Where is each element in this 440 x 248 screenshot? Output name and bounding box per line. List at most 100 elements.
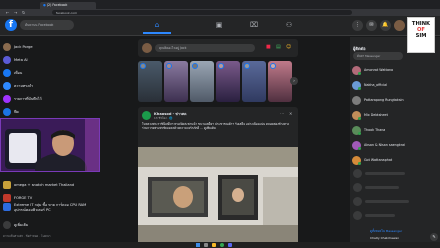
live-video-icon[interactable]: ■ <box>266 44 271 50</box>
contact-placeholder-avatar <box>353 183 362 192</box>
contact-item[interactable]: Amonrat Wattana <box>352 64 438 76</box>
close-icon[interactable]: ✕ <box>289 111 292 116</box>
post-composer: คุณคิดอะไรอยู่ Jack ■ ▤ ☺ <box>138 39 298 57</box>
taskbar-app-icon[interactable] <box>204 243 208 247</box>
friends-icon <box>3 69 11 77</box>
video-icon[interactable]: ▣ <box>205 17 233 34</box>
contact-item[interactable]: Mix Debtsheet <box>352 109 438 121</box>
avatar <box>142 43 152 53</box>
contact-item[interactable]: Pattarapong Rungtaksin <box>352 94 438 106</box>
webcam-overlay <box>0 118 100 172</box>
contact-name: Got Wattanaphat <box>364 158 393 162</box>
start-icon[interactable] <box>196 243 200 247</box>
contact-footer-user[interactable]: Chaity Chatchawan <box>370 236 399 240</box>
story-card[interactable] <box>190 61 214 102</box>
avatar <box>352 155 361 165</box>
chevron-down-icon <box>3 221 11 229</box>
taskbar-app-icon[interactable] <box>212 243 216 247</box>
more-options-icon[interactable]: ⋯ <box>280 111 284 116</box>
contact-placeholder-text <box>365 186 399 189</box>
page-avatar[interactable] <box>142 111 151 120</box>
sidebar-item-label: omega + snatch market Thailand <box>14 183 75 187</box>
sidebar-item-label: Meta AI <box>14 58 28 62</box>
sidebar-item-saved[interactable]: รายการที่บันทึกไว้ <box>3 93 99 105</box>
contact-name: Mix Debtsheet <box>364 113 388 117</box>
story-card[interactable] <box>164 61 188 102</box>
saved-icon <box>3 95 11 103</box>
taskbar-app-icon[interactable] <box>228 243 232 247</box>
address-bar[interactable]: facebook.com <box>52 10 352 15</box>
home-icon[interactable]: ⌂ <box>143 17 171 34</box>
tab-title: (2) Facebook <box>46 2 68 7</box>
story-avatar <box>244 63 250 69</box>
contacts-title: ผู้ติดต่อ <box>353 46 366 51</box>
contact-name: Aksan & Nisan saengkrai <box>364 143 406 147</box>
story-avatar <box>140 63 146 69</box>
search-input[interactable]: ค้นหาบน Facebook <box>20 20 74 30</box>
sidebar-see-more[interactable]: ดูเพิ่มเติม <box>3 219 99 231</box>
facebook-logo-icon[interactable]: f <box>5 19 17 31</box>
memories-icon <box>3 82 11 90</box>
post-image[interactable] <box>138 147 298 242</box>
contact-placeholder-text <box>365 214 395 217</box>
feeling-icon[interactable]: ☺ <box>286 44 291 50</box>
contact-item[interactable]: Nakha_official <box>352 79 438 91</box>
taskbar-app-icon[interactable] <box>220 243 224 247</box>
avatar <box>352 110 361 120</box>
sidebar-item-profile[interactable]: Jack Porge <box>3 41 99 53</box>
contacts-search-input[interactable]: ค้นหา Messenger <box>353 52 403 60</box>
sidebar-shortcut[interactable]: omega + snatch market Thailand <box>3 179 99 191</box>
contact-name: Nakha_official <box>364 83 388 87</box>
sidebar-shortcut[interactable]: Extreme IT กลุ่ม ซื้อ ขาย การ์ดจอ CPU RA… <box>3 203 99 219</box>
new-message-icon[interactable]: ✎ <box>430 233 438 241</box>
sidebar-item-meta-ai[interactable]: Meta AI <box>3 54 99 66</box>
post-text: ในหลวงพระราชินีเสด็จฯ ทรงเปิดสะพานน้ำ ขบ… <box>142 122 290 131</box>
sidebar-footer: ความเป็นส่วนตัว · ข้อกำหนด · โฆษณา <box>3 234 51 238</box>
contact-item[interactable]: Aksan & Nisan saengkrai <box>352 139 438 151</box>
story-card[interactable] <box>216 61 240 102</box>
story-card[interactable] <box>242 61 266 102</box>
group-icon <box>3 181 11 189</box>
sidebar-item-memories[interactable]: ความทรงจำ <box>3 80 99 92</box>
see-all-messenger-link[interactable]: ดูทั้งหมดใน Messenger <box>370 229 402 234</box>
back-icon[interactable]: ← <box>6 10 9 15</box>
post-meta: 13 ชั่วโมง · 🌐 <box>154 116 173 120</box>
browser-toolbar: ← → ↻ facebook.com <box>0 9 440 16</box>
avatar <box>352 95 361 105</box>
story-card[interactable] <box>138 61 162 102</box>
facebook-header: f ค้นหาบน Facebook ⌂ ▣ ⌧ ⚇ ⋮ ✉ 🔔 <box>0 16 440 36</box>
sidebar-item-label: ดูเพิ่มเติม <box>14 223 29 227</box>
contact-name: Pattarapong Rungtaksin <box>364 98 404 102</box>
reload-icon[interactable]: ↻ <box>22 10 25 15</box>
story-avatar <box>192 63 198 69</box>
channel-logo: THINK OF SIM <box>407 17 435 53</box>
contact-placeholder-avatar <box>353 211 362 220</box>
sidebar-item-friends[interactable]: เพื่อน <box>3 67 99 79</box>
sidebar-item-label: FORGE TV <box>14 196 33 200</box>
forward-icon[interactable]: → <box>14 10 17 15</box>
photo-icon[interactable]: ▤ <box>276 44 281 50</box>
avatar[interactable] <box>394 20 405 31</box>
sidebar-item-feeds[interactable]: ฟีด <box>3 106 99 118</box>
browser-tab[interactable]: ● (2) Facebook <box>40 1 96 9</box>
story-avatar <box>270 63 276 69</box>
contact-placeholder-text <box>365 200 409 203</box>
avatar <box>352 80 361 90</box>
webcam-image <box>1 119 99 171</box>
notifications-icon[interactable]: 🔔 <box>380 20 391 31</box>
contact-placeholder-avatar <box>353 169 362 178</box>
menu-icon[interactable]: ⋮ <box>352 20 363 31</box>
post-card: Khaosod - ข่าวสด 13 ชั่วโมง · 🌐 ⋯ ✕ ในหล… <box>138 107 298 242</box>
story-avatar <box>166 63 172 69</box>
contact-item[interactable]: Got Wattanaphat <box>352 154 438 166</box>
story-card[interactable] <box>268 61 292 102</box>
news-feed: คุณคิดอะไรอยู่ Jack ■ ▤ ☺ › Khaosod - ข่… <box>138 37 298 242</box>
sidebar-item-label: Extreme IT กลุ่ม ซื้อ ขาย การ์ดจอ CPU RA… <box>14 203 87 212</box>
messenger-icon[interactable]: ✉ <box>366 20 377 31</box>
marketplace-icon[interactable]: ⌧ <box>240 17 268 34</box>
chevron-right-icon[interactable]: › <box>290 77 298 85</box>
composer-input[interactable]: คุณคิดอะไรอยู่ Jack <box>155 44 255 52</box>
groups-icon[interactable]: ⚇ <box>275 17 303 34</box>
contact-item[interactable]: Thook Thana <box>352 124 438 136</box>
avatar <box>352 140 361 150</box>
